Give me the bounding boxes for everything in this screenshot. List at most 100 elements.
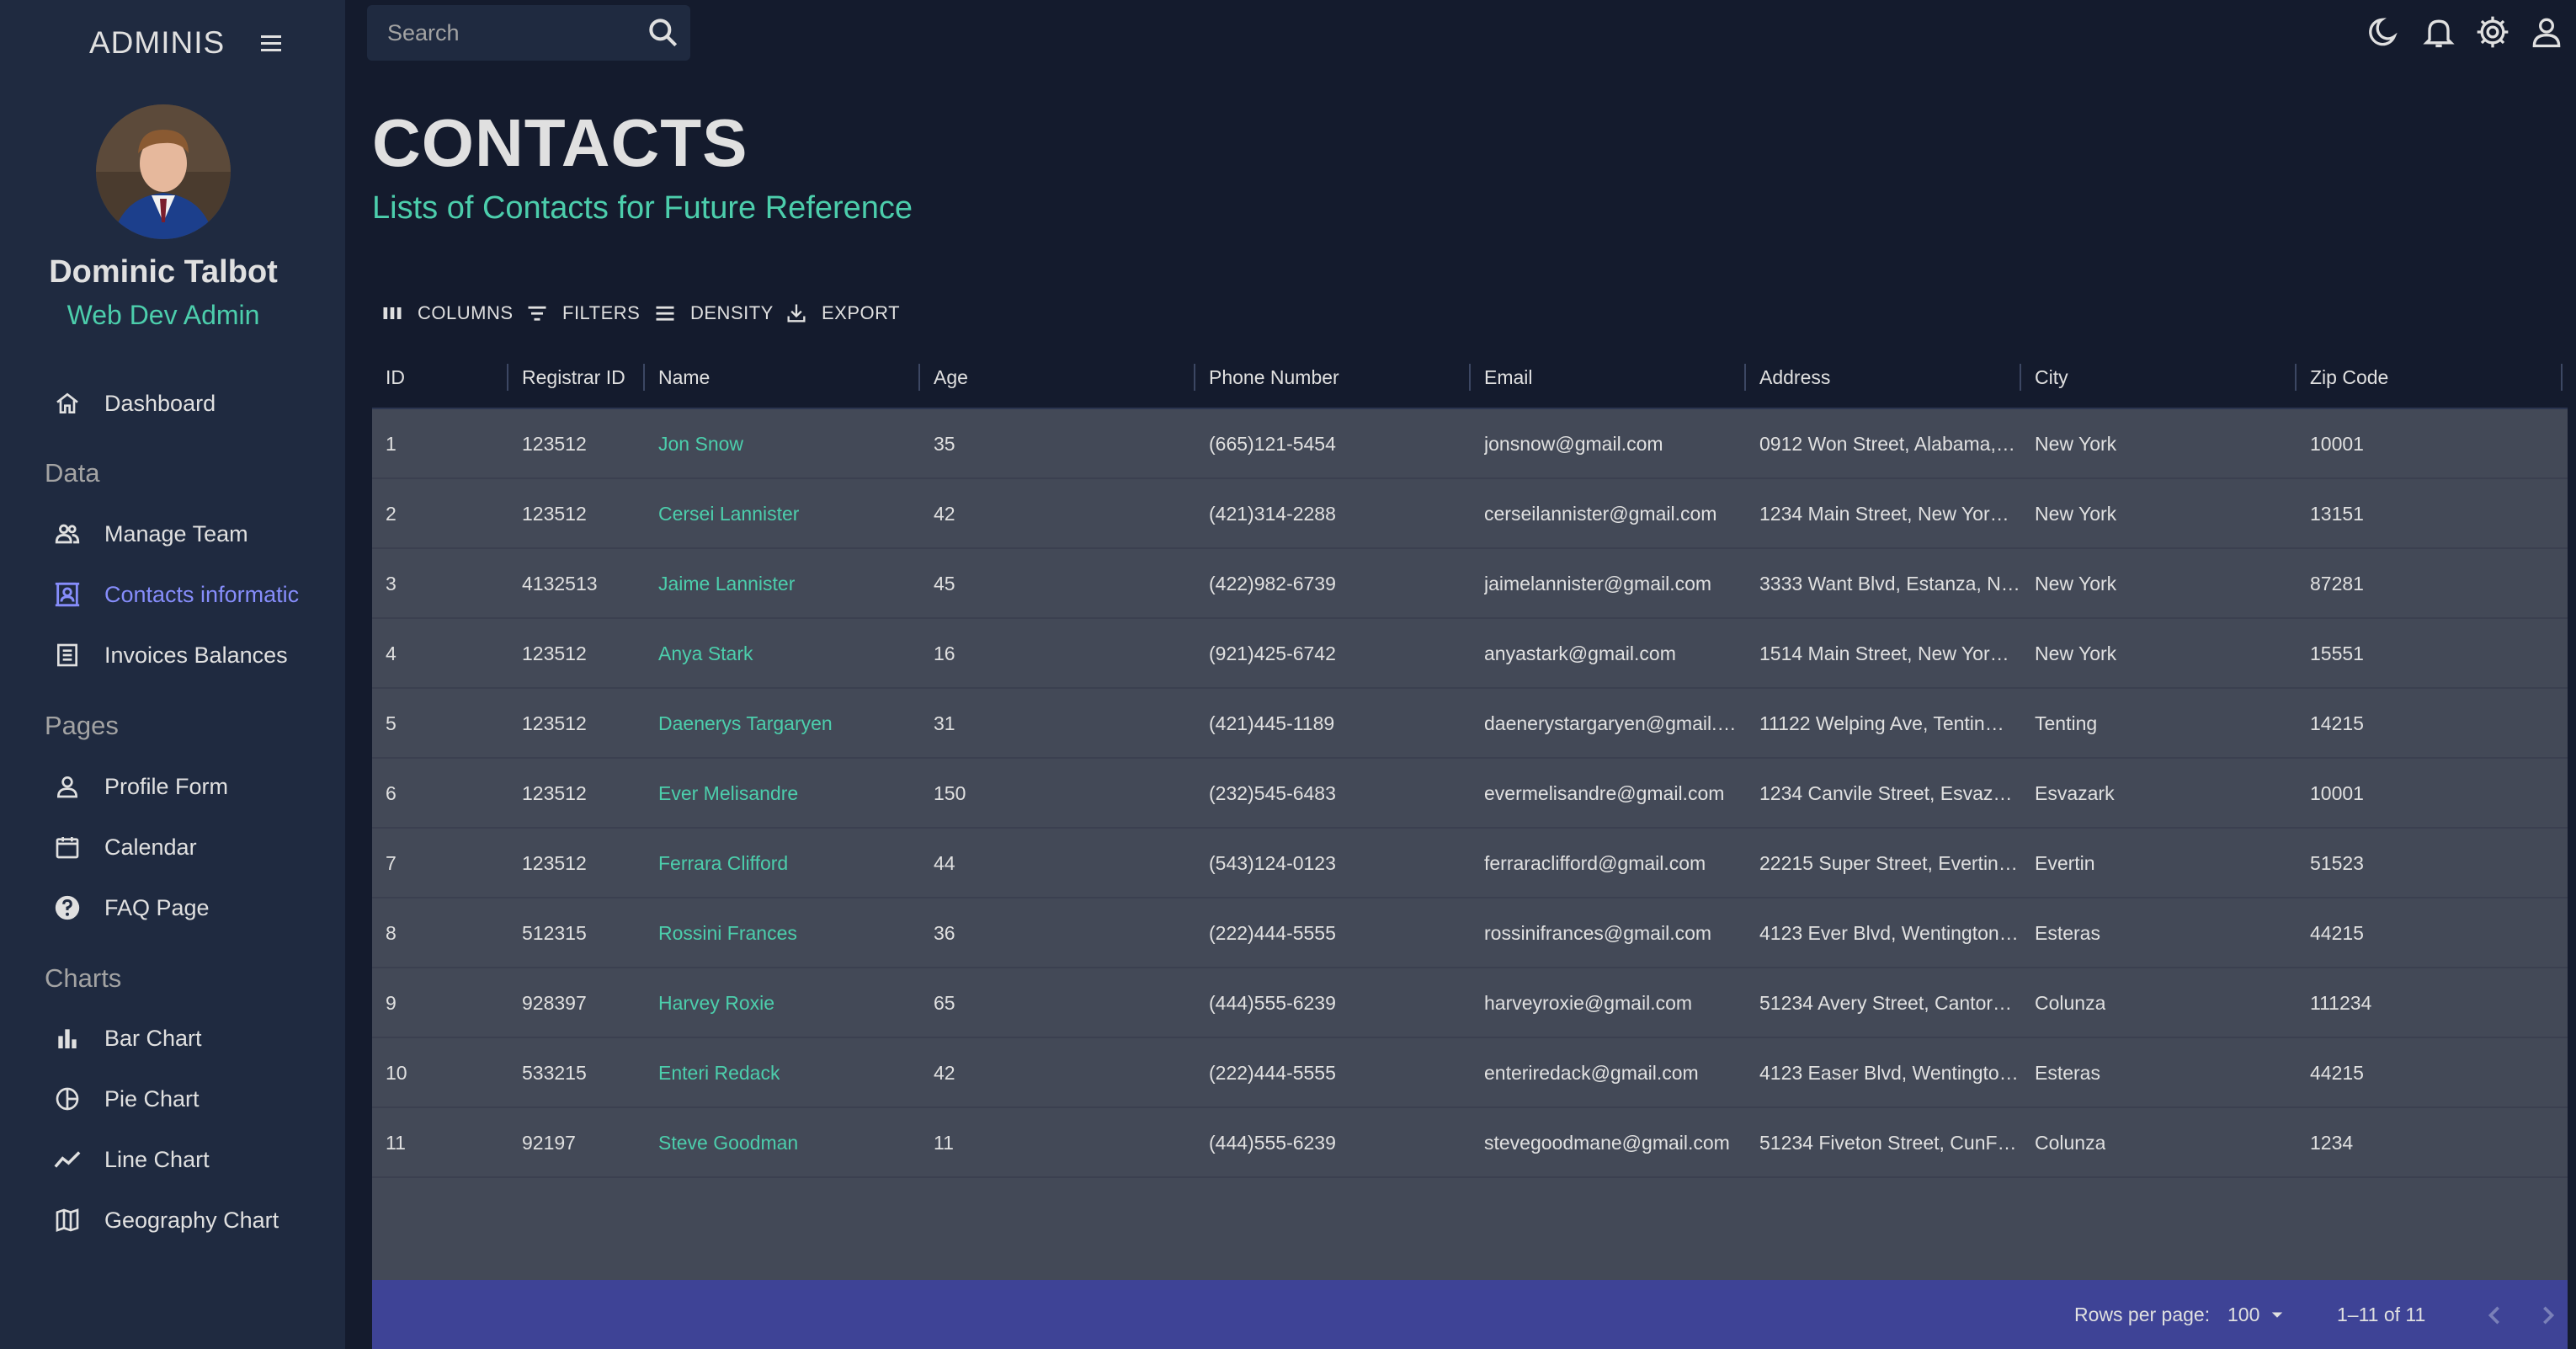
cell-address[interactable]: 0912 Won Street, Alabama,… [1759,409,2020,479]
cell-registrar-id[interactable]: 533215 [522,1038,648,1108]
cell-city[interactable]: Esvazark [2035,759,2296,829]
cell-phone[interactable]: (222)444-5555 [1209,1038,1470,1108]
cell-registrar-id[interactable]: 123512 [522,409,648,479]
column-separator[interactable] [1194,364,1195,391]
cell-zip[interactable]: 15551 [2310,619,2563,689]
column-header-city[interactable]: City [2035,345,2068,409]
cell-address[interactable]: 51234 Avery Street, Cantor… [1759,968,2020,1038]
cell-id[interactable]: 11 [386,1108,512,1178]
cell-id[interactable]: 9 [386,968,512,1038]
cell-registrar-id[interactable]: 928397 [522,968,648,1038]
cell-address[interactable]: 4123 Easer Blvd, Wentingto… [1759,1038,2020,1108]
cell-age[interactable]: 42 [934,479,1195,549]
cell-email[interactable]: jonsnow@gmail.com [1484,409,1745,479]
cell-name[interactable]: Daenerys Targaryen [658,689,919,759]
column-header-email[interactable]: Email [1484,345,1533,409]
cell-age[interactable]: 31 [934,689,1195,759]
search-input[interactable] [387,5,631,61]
cell-age[interactable]: 45 [934,549,1195,619]
cell-email[interactable]: rossinifrances@gmail.com [1484,898,1745,968]
cell-address[interactable]: 51234 Fiveton Street, CunF… [1759,1108,2020,1178]
table-row[interactable]: 6 123512 Ever Melisandre 150 (232)545-6483 ev… [372,759,2568,829]
column-header-age[interactable]: Age [934,345,968,409]
cell-zip[interactable]: 10001 [2310,409,2563,479]
column-header-registrar-id[interactable]: Registrar ID [522,345,625,409]
cell-zip[interactable]: 44215 [2310,1038,2563,1108]
cell-city[interactable]: New York [2035,549,2296,619]
column-separator[interactable] [2295,364,2297,391]
table-row[interactable]: 8 512315 Rossini Frances 36 (222)444-5555 ros… [372,898,2568,968]
density-button[interactable]: DENSITY [653,298,774,328]
cell-name[interactable]: Rossini Frances [658,898,919,968]
column-header-zip[interactable]: Zip Code [2310,345,2388,409]
cell-registrar-id[interactable]: 512315 [522,898,648,968]
table-row[interactable]: 9 928397 Harvey Roxie 65 (444)555-6239 harvey… [372,968,2568,1038]
cell-city[interactable]: New York [2035,479,2296,549]
sidebar-item-geography-chart[interactable]: Geography Chart [51,1197,279,1244]
notifications-button[interactable] [2420,13,2457,51]
cell-zip[interactable]: 51523 [2310,829,2563,898]
cell-zip[interactable]: 1234 [2310,1108,2563,1178]
table-row[interactable]: 7 123512 Ferrara Clifford 44 (543)124-0123 fe… [372,829,2568,898]
search-button[interactable] [645,14,682,51]
column-separator[interactable] [507,364,508,391]
cell-address[interactable]: 4123 Ever Blvd, Wentington… [1759,898,2020,968]
cell-phone[interactable]: (543)124-0123 [1209,829,1470,898]
sidebar-item-dashboard[interactable]: Dashboard [51,380,216,427]
rows-per-page-select[interactable]: 100 [2227,1297,2290,1332]
cell-city[interactable]: New York [2035,619,2296,689]
cell-name[interactable]: Steve Goodman [658,1108,919,1178]
cell-zip[interactable]: 10001 [2310,759,2563,829]
table-row[interactable]: 10 533215 Enteri Redack 42 (222)444-5555 ente… [372,1038,2568,1108]
cell-name[interactable]: Anya Stark [658,619,919,689]
cell-email[interactable]: enteriredack@gmail.com [1484,1038,1745,1108]
table-row[interactable]: 1 123512 Jon Snow 35 (665)121-5454 jonsnow@gm… [372,409,2568,479]
cell-zip[interactable]: 44215 [2310,898,2563,968]
cell-email[interactable]: jaimelannister@gmail.com [1484,549,1745,619]
cell-name[interactable]: Ever Melisandre [658,759,919,829]
column-header-name[interactable]: Name [658,345,710,409]
cell-age[interactable]: 35 [934,409,1195,479]
cell-city[interactable]: Esteras [2035,1038,2296,1108]
cell-email[interactable]: daenerystargaryen@gmail.… [1484,689,1745,759]
cell-age[interactable]: 36 [934,898,1195,968]
cell-id[interactable]: 10 [386,1038,512,1108]
profile-button[interactable] [2528,13,2565,51]
cell-address[interactable]: 1514 Main Street, New Yor… [1759,619,2020,689]
cell-address[interactable]: 22215 Super Street, Evertin… [1759,829,2020,898]
cell-city[interactable]: Tenting [2035,689,2296,759]
column-separator[interactable] [2561,364,2563,391]
cell-id[interactable]: 6 [386,759,512,829]
cell-email[interactable]: evermelisandre@gmail.com [1484,759,1745,829]
column-separator[interactable] [2020,364,2021,391]
cell-age[interactable]: 11 [934,1108,1195,1178]
sidebar-item-faq[interactable]: FAQ Page [51,884,210,931]
cell-id[interactable]: 3 [386,549,512,619]
cell-phone[interactable]: (422)982-6739 [1209,549,1470,619]
column-separator[interactable] [918,364,920,391]
table-row[interactable]: 11 92197 Steve Goodman 11 (444)555-6239 steve… [372,1108,2568,1178]
cell-address[interactable]: 11122 Welping Ave, Tentin… [1759,689,2020,759]
table-row[interactable]: 4 123512 Anya Stark 16 (921)425-6742 anyastar… [372,619,2568,689]
column-separator[interactable] [643,364,645,391]
cell-id[interactable]: 7 [386,829,512,898]
cell-address[interactable]: 3333 Want Blvd, Estanza, N… [1759,549,2020,619]
cell-phone[interactable]: (232)545-6483 [1209,759,1470,829]
cell-registrar-id[interactable]: 123512 [522,759,648,829]
cell-phone[interactable]: (921)425-6742 [1209,619,1470,689]
sidebar-item-pie-chart[interactable]: Pie Chart [51,1075,200,1122]
cell-phone[interactable]: (444)555-6239 [1209,968,1470,1038]
cell-phone[interactable]: (421)445-1189 [1209,689,1470,759]
sidebar-item-invoices[interactable]: Invoices Balances [51,632,288,679]
cell-id[interactable]: 2 [386,479,512,549]
cell-phone[interactable]: (665)121-5454 [1209,409,1470,479]
cell-phone[interactable]: (421)314-2288 [1209,479,1470,549]
sidebar-item-calendar[interactable]: Calendar [51,824,197,871]
cell-city[interactable]: Esteras [2035,898,2296,968]
cell-zip[interactable]: 111234 [2310,968,2563,1038]
cell-name[interactable]: Cersei Lannister [658,479,919,549]
cell-name[interactable]: Enteri Redack [658,1038,919,1108]
cell-age[interactable]: 65 [934,968,1195,1038]
cell-zip[interactable]: 87281 [2310,549,2563,619]
table-row[interactable]: 2 123512 Cersei Lannister 42 (421)314-2288 ce… [372,479,2568,549]
